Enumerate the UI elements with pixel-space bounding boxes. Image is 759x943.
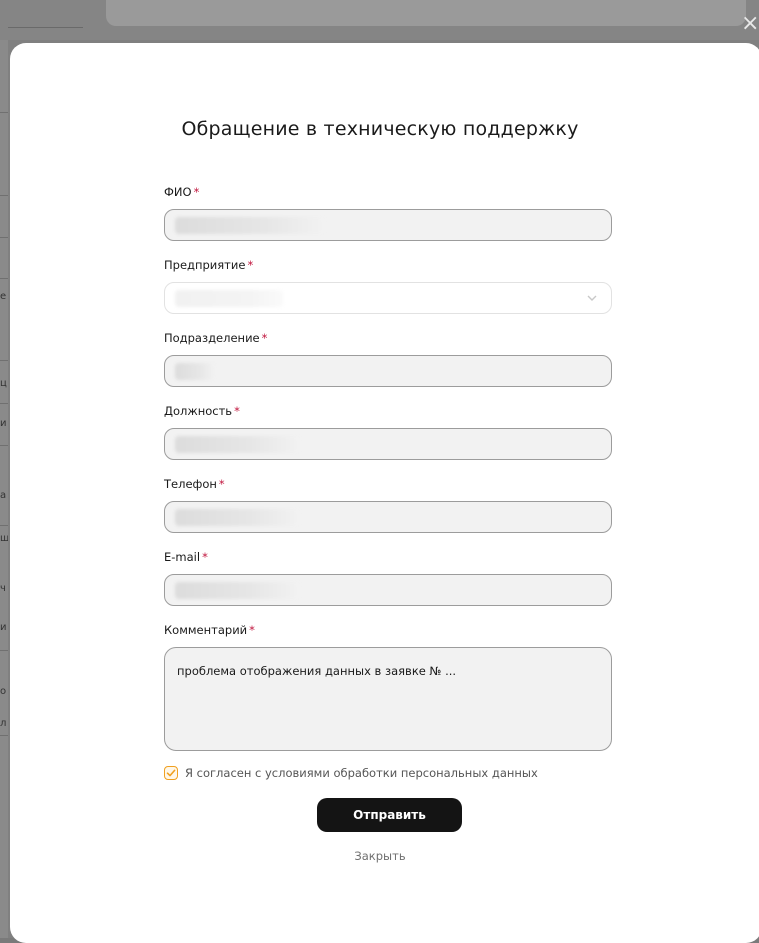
background-row-divider — [0, 112, 8, 113]
background-row-divider — [0, 735, 8, 736]
company-label: Предприятие * — [164, 258, 254, 272]
background-row-divider — [0, 525, 8, 526]
redacted-value — [175, 436, 300, 453]
background-row-text: й — [0, 624, 7, 632]
modal-title: Обращение в техническую поддержку — [181, 118, 579, 140]
background-row-divider — [0, 650, 8, 651]
background-row-text: е — [0, 293, 7, 301]
redacted-value — [175, 290, 283, 307]
consent-checkbox[interactable] — [164, 766, 178, 780]
checkmark-icon — [166, 769, 176, 777]
email-label: E-mail * — [164, 550, 208, 564]
background-row-text: и — [0, 420, 7, 428]
full-name-input[interactable] — [164, 209, 612, 241]
background-row-divider — [0, 195, 8, 196]
position-label: Должность * — [164, 404, 240, 418]
background-row-divider — [0, 445, 8, 446]
close-link[interactable]: Закрыть — [10, 849, 750, 863]
redacted-value — [175, 509, 300, 526]
comment-textarea[interactable]: проблема отображения данных в заявке № .… — [164, 647, 612, 751]
background-row-text: о — [0, 688, 7, 696]
comment-label: Комментарий * — [164, 623, 255, 637]
full-name-label: ФИО * — [164, 185, 200, 199]
background-left-column — [0, 40, 8, 938]
submit-button[interactable]: Отправить — [317, 798, 462, 832]
redacted-value — [175, 217, 325, 234]
position-input[interactable] — [164, 428, 612, 460]
required-mark: * — [193, 185, 200, 199]
required-mark: * — [218, 477, 225, 491]
required-mark: * — [202, 550, 208, 564]
background-row-text: ц — [0, 380, 7, 388]
company-select[interactable] — [164, 282, 612, 314]
support-request-modal: Обращение в техническую поддержку ФИО * П… — [10, 43, 759, 943]
consent-row[interactable]: Я согласен с условиями обработки персона… — [164, 766, 538, 780]
background-top-bar — [106, 0, 746, 26]
required-mark: * — [234, 404, 240, 418]
background-divider — [8, 27, 83, 28]
required-mark: * — [261, 331, 268, 345]
phone-label: Телефон * — [164, 477, 225, 491]
close-icon[interactable]: × — [741, 13, 759, 35]
department-input[interactable] — [164, 355, 612, 387]
department-label: Подразделение * — [164, 331, 268, 345]
required-mark: * — [247, 258, 254, 272]
background-row-text: л — [0, 720, 7, 728]
background-row-text: ш — [0, 535, 8, 543]
background-row-divider — [0, 278, 8, 279]
chevron-down-icon — [587, 295, 597, 301]
background-row-text: а — [0, 492, 7, 500]
redacted-value — [175, 582, 300, 599]
consent-label: Я согласен с условиями обработки персона… — [185, 766, 538, 780]
background-row-divider — [0, 403, 8, 404]
redacted-value — [175, 363, 215, 380]
phone-input[interactable] — [164, 501, 612, 533]
background-row-divider — [0, 360, 8, 361]
background-row-divider — [0, 237, 8, 238]
email-input[interactable] — [164, 574, 612, 606]
background-row-text: ч — [0, 585, 6, 593]
required-mark: * — [249, 623, 255, 637]
